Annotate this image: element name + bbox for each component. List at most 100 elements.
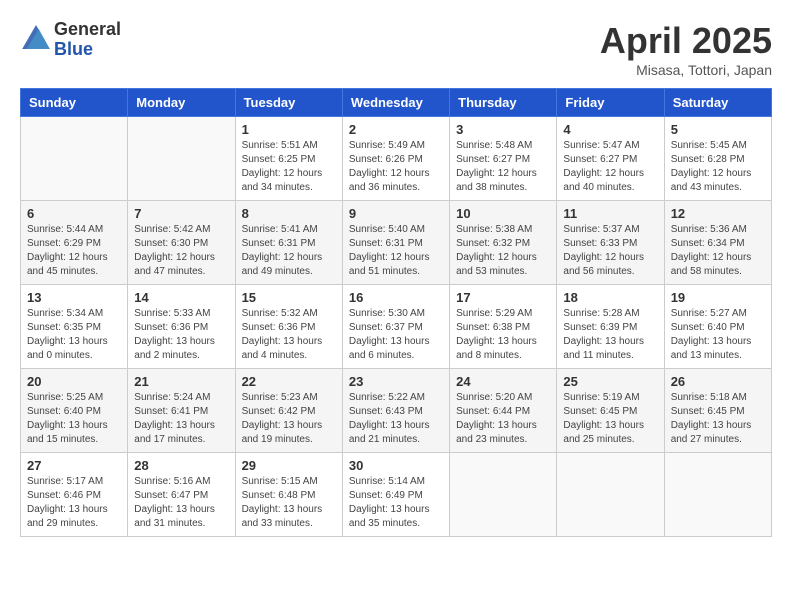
- day-detail: Sunrise: 5:34 AMSunset: 6:35 PMDaylight:…: [27, 307, 121, 363]
- weekday-header-thursday: Thursday: [450, 89, 557, 117]
- calendar-cell: 7 Sunrise: 5:42 AMSunset: 6:30 PMDayligh…: [128, 201, 235, 285]
- day-detail: Sunrise: 5:47 AMSunset: 6:27 PMDaylight:…: [563, 139, 657, 195]
- calendar-week-row: 13 Sunrise: 5:34 AMSunset: 6:35 PMDaylig…: [21, 285, 772, 369]
- day-detail: Sunrise: 5:27 AMSunset: 6:40 PMDaylight:…: [671, 307, 765, 363]
- day-number: 29: [242, 458, 336, 473]
- day-number: 9: [349, 206, 443, 221]
- day-detail: Sunrise: 5:18 AMSunset: 6:45 PMDaylight:…: [671, 391, 765, 447]
- day-detail: Sunrise: 5:29 AMSunset: 6:38 PMDaylight:…: [456, 307, 550, 363]
- calendar-cell: 16 Sunrise: 5:30 AMSunset: 6:37 PMDaylig…: [342, 285, 449, 369]
- calendar-week-row: 27 Sunrise: 5:17 AMSunset: 6:46 PMDaylig…: [21, 453, 772, 537]
- calendar-cell: 30 Sunrise: 5:14 AMSunset: 6:49 PMDaylig…: [342, 453, 449, 537]
- calendar-cell: 29 Sunrise: 5:15 AMSunset: 6:48 PMDaylig…: [235, 453, 342, 537]
- logo: General Blue: [20, 20, 121, 60]
- calendar-cell: 24 Sunrise: 5:20 AMSunset: 6:44 PMDaylig…: [450, 369, 557, 453]
- weekday-header-row: SundayMondayTuesdayWednesdayThursdayFrid…: [21, 89, 772, 117]
- calendar-cell: 13 Sunrise: 5:34 AMSunset: 6:35 PMDaylig…: [21, 285, 128, 369]
- day-number: 1: [242, 122, 336, 137]
- calendar-cell: 22 Sunrise: 5:23 AMSunset: 6:42 PMDaylig…: [235, 369, 342, 453]
- day-number: 26: [671, 374, 765, 389]
- day-number: 16: [349, 290, 443, 305]
- day-detail: Sunrise: 5:37 AMSunset: 6:33 PMDaylight:…: [563, 223, 657, 279]
- calendar-cell: 10 Sunrise: 5:38 AMSunset: 6:32 PMDaylig…: [450, 201, 557, 285]
- calendar-cell: 20 Sunrise: 5:25 AMSunset: 6:40 PMDaylig…: [21, 369, 128, 453]
- day-detail: Sunrise: 5:49 AMSunset: 6:26 PMDaylight:…: [349, 139, 443, 195]
- day-number: 23: [349, 374, 443, 389]
- day-number: 11: [563, 206, 657, 221]
- day-number: 15: [242, 290, 336, 305]
- calendar-cell: 28 Sunrise: 5:16 AMSunset: 6:47 PMDaylig…: [128, 453, 235, 537]
- day-detail: Sunrise: 5:48 AMSunset: 6:27 PMDaylight:…: [456, 139, 550, 195]
- day-detail: Sunrise: 5:24 AMSunset: 6:41 PMDaylight:…: [134, 391, 228, 447]
- calendar-cell: 1 Sunrise: 5:51 AMSunset: 6:25 PMDayligh…: [235, 117, 342, 201]
- logo-general-text: General: [54, 19, 121, 39]
- title-block: April 2025 Misasa, Tottori, Japan: [600, 20, 772, 78]
- day-number: 20: [27, 374, 121, 389]
- day-number: 24: [456, 374, 550, 389]
- calendar-cell: 6 Sunrise: 5:44 AMSunset: 6:29 PMDayligh…: [21, 201, 128, 285]
- calendar-cell: 23 Sunrise: 5:22 AMSunset: 6:43 PMDaylig…: [342, 369, 449, 453]
- day-detail: Sunrise: 5:42 AMSunset: 6:30 PMDaylight:…: [134, 223, 228, 279]
- calendar-week-row: 6 Sunrise: 5:44 AMSunset: 6:29 PMDayligh…: [21, 201, 772, 285]
- day-detail: Sunrise: 5:40 AMSunset: 6:31 PMDaylight:…: [349, 223, 443, 279]
- day-number: 21: [134, 374, 228, 389]
- day-detail: Sunrise: 5:15 AMSunset: 6:48 PMDaylight:…: [242, 475, 336, 531]
- calendar-cell: 21 Sunrise: 5:24 AMSunset: 6:41 PMDaylig…: [128, 369, 235, 453]
- day-number: 7: [134, 206, 228, 221]
- calendar-cell: 25 Sunrise: 5:19 AMSunset: 6:45 PMDaylig…: [557, 369, 664, 453]
- day-number: 19: [671, 290, 765, 305]
- calendar-cell: [128, 117, 235, 201]
- day-detail: Sunrise: 5:25 AMSunset: 6:40 PMDaylight:…: [27, 391, 121, 447]
- day-detail: Sunrise: 5:38 AMSunset: 6:32 PMDaylight:…: [456, 223, 550, 279]
- day-detail: Sunrise: 5:16 AMSunset: 6:47 PMDaylight:…: [134, 475, 228, 531]
- day-number: 25: [563, 374, 657, 389]
- day-number: 18: [563, 290, 657, 305]
- day-number: 5: [671, 122, 765, 137]
- day-detail: Sunrise: 5:36 AMSunset: 6:34 PMDaylight:…: [671, 223, 765, 279]
- day-number: 6: [27, 206, 121, 221]
- day-number: 4: [563, 122, 657, 137]
- weekday-header-sunday: Sunday: [21, 89, 128, 117]
- calendar-cell: [21, 117, 128, 201]
- calendar-cell: 19 Sunrise: 5:27 AMSunset: 6:40 PMDaylig…: [664, 285, 771, 369]
- calendar-cell: 11 Sunrise: 5:37 AMSunset: 6:33 PMDaylig…: [557, 201, 664, 285]
- day-detail: Sunrise: 5:23 AMSunset: 6:42 PMDaylight:…: [242, 391, 336, 447]
- calendar-table: SundayMondayTuesdayWednesdayThursdayFrid…: [20, 88, 772, 537]
- day-number: 10: [456, 206, 550, 221]
- weekday-header-tuesday: Tuesday: [235, 89, 342, 117]
- day-number: 8: [242, 206, 336, 221]
- day-detail: Sunrise: 5:33 AMSunset: 6:36 PMDaylight:…: [134, 307, 228, 363]
- logo-icon: [22, 25, 50, 49]
- day-detail: Sunrise: 5:20 AMSunset: 6:44 PMDaylight:…: [456, 391, 550, 447]
- calendar-cell: 8 Sunrise: 5:41 AMSunset: 6:31 PMDayligh…: [235, 201, 342, 285]
- calendar-cell: 26 Sunrise: 5:18 AMSunset: 6:45 PMDaylig…: [664, 369, 771, 453]
- day-detail: Sunrise: 5:22 AMSunset: 6:43 PMDaylight:…: [349, 391, 443, 447]
- weekday-header-monday: Monday: [128, 89, 235, 117]
- weekday-header-friday: Friday: [557, 89, 664, 117]
- day-detail: Sunrise: 5:28 AMSunset: 6:39 PMDaylight:…: [563, 307, 657, 363]
- calendar-cell: 3 Sunrise: 5:48 AMSunset: 6:27 PMDayligh…: [450, 117, 557, 201]
- weekday-header-saturday: Saturday: [664, 89, 771, 117]
- calendar-cell: [450, 453, 557, 537]
- day-detail: Sunrise: 5:14 AMSunset: 6:49 PMDaylight:…: [349, 475, 443, 531]
- calendar-week-row: 1 Sunrise: 5:51 AMSunset: 6:25 PMDayligh…: [21, 117, 772, 201]
- day-detail: Sunrise: 5:51 AMSunset: 6:25 PMDaylight:…: [242, 139, 336, 195]
- day-detail: Sunrise: 5:45 AMSunset: 6:28 PMDaylight:…: [671, 139, 765, 195]
- calendar-cell: 27 Sunrise: 5:17 AMSunset: 6:46 PMDaylig…: [21, 453, 128, 537]
- calendar-cell: [664, 453, 771, 537]
- calendar-cell: 4 Sunrise: 5:47 AMSunset: 6:27 PMDayligh…: [557, 117, 664, 201]
- location: Misasa, Tottori, Japan: [600, 62, 772, 78]
- month-title: April 2025: [600, 20, 772, 62]
- calendar-cell: 18 Sunrise: 5:28 AMSunset: 6:39 PMDaylig…: [557, 285, 664, 369]
- day-detail: Sunrise: 5:44 AMSunset: 6:29 PMDaylight:…: [27, 223, 121, 279]
- day-number: 30: [349, 458, 443, 473]
- day-number: 28: [134, 458, 228, 473]
- calendar-cell: 2 Sunrise: 5:49 AMSunset: 6:26 PMDayligh…: [342, 117, 449, 201]
- day-number: 22: [242, 374, 336, 389]
- calendar-cell: 9 Sunrise: 5:40 AMSunset: 6:31 PMDayligh…: [342, 201, 449, 285]
- day-number: 2: [349, 122, 443, 137]
- calendar-cell: 5 Sunrise: 5:45 AMSunset: 6:28 PMDayligh…: [664, 117, 771, 201]
- day-number: 14: [134, 290, 228, 305]
- day-detail: Sunrise: 5:30 AMSunset: 6:37 PMDaylight:…: [349, 307, 443, 363]
- calendar-cell: 14 Sunrise: 5:33 AMSunset: 6:36 PMDaylig…: [128, 285, 235, 369]
